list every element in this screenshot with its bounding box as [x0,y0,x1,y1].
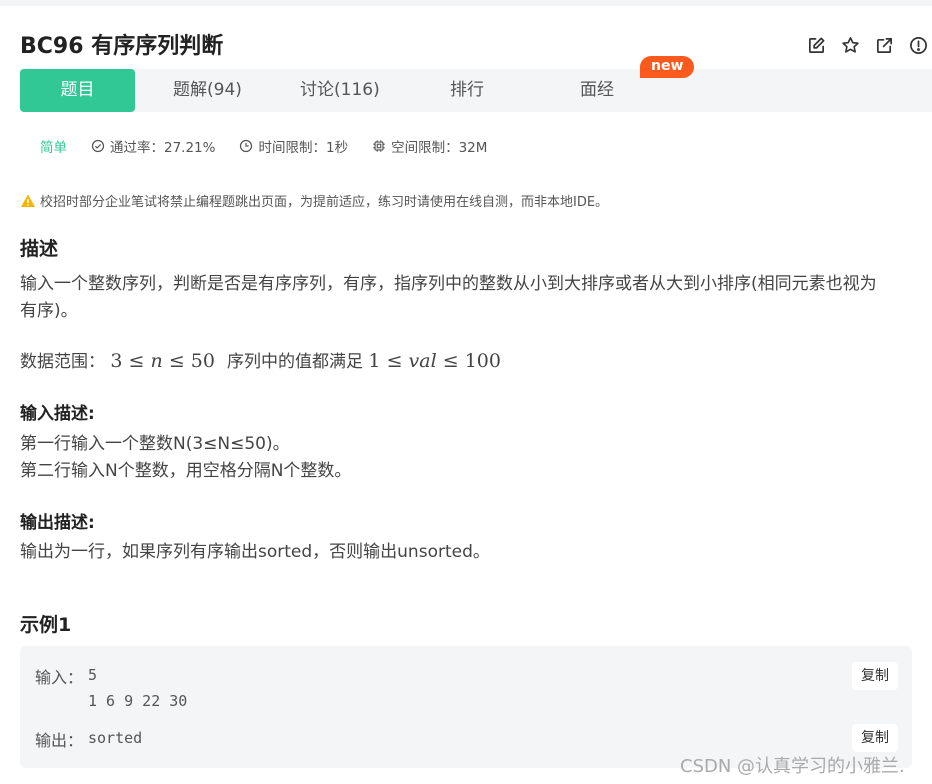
chip-icon [373,140,385,152]
clock-icon [240,139,253,153]
input-desc-heading: 输入描述: [20,404,95,424]
range-n-formula: 3 ≤ n ≤ 50 [110,350,215,372]
problem-header: BC96 有序序列判断 [0,6,932,68]
range-label: 数据范围： [20,352,105,372]
star-icon[interactable] [841,36,860,55]
csdn-watermark: CSDN @认真学习的小雅兰. [680,756,905,777]
example-output-label: 输出： [35,731,84,750]
description-text: 输入一个整数序列，判断是否是有序序列，有序，指序列中的整数从小到大排序或者从大到… [20,271,920,325]
tab-ranking[interactable]: 排行 [450,69,484,112]
input-desc-line-2: 第二行输入N个整数，用空格分隔N个整数。 [20,461,352,481]
time-limit: 时间限制：1秒 [239,136,348,156]
memory-limit: 空间限制：32M [372,136,487,156]
output-desc-text: 输出为一行，如果序列有序输出sorted，否则输出unsorted。 [20,542,490,562]
data-range: 数据范围： 3 ≤ n ≤ 50 序列中的值都满足 1 ≤ val ≤ 100 [20,348,501,376]
pass-rate-text: 通过率：27.21% [110,140,216,156]
share-icon[interactable] [875,36,894,55]
copy-output-button[interactable]: 复制 [852,724,898,752]
problem-title: BC96 有序序列判断 [20,34,224,59]
notice-text: 校招时部分企业笔试将禁止编程题跳出页面，为提前适应，练习时请使用在线自测，而非本… [40,195,609,210]
tab-interview[interactable]: 面经 [580,69,614,112]
header-actions [807,36,928,55]
exam-notice: 校招时部分企业笔试将禁止编程题跳出页面，为提前适应，练习时请使用在线自测，而非本… [20,191,608,210]
problem-meta: 简单 通过率：27.21% 时间限制：1秒 空间限制：32M [40,136,511,156]
input-desc-text: 第一行输入一个整数N(3≤N≤50)。 第二行输入N个整数，用空格分隔N个整数。 [20,431,351,485]
pass-rate: 通过率：27.21% [91,136,215,156]
memory-limit-text: 空间限制：32M [391,140,488,156]
warning-icon [21,194,35,207]
check-circle-icon [91,139,105,153]
range-mid-text: 序列中的值都满足 [227,352,364,372]
example-input-line-2[interactable]: 1 6 9 22 30 [88,692,187,710]
input-desc-line-1: 第一行输入一个整数N(3≤N≤50)。 [20,434,290,454]
new-badge: new [640,56,695,78]
example-input-line-1[interactable]: 5 [88,666,97,684]
range-val-formula: 1 ≤ val ≤ 100 [368,350,501,372]
problem-tabs: 题目 题解(94) 讨论(116) 排行 面经 new [20,56,932,112]
tab-discussion[interactable]: 讨论(116) [300,69,380,112]
copy-input-button[interactable]: 复制 [852,662,898,690]
description-line-1: 输入一个整数序列，判断是否是有序序列，有序，指序列中的整数从小到大排序或者从大到… [20,274,877,294]
description-heading: 描述 [20,238,59,260]
tab-problem[interactable]: 题目 [20,69,135,112]
example-output-value[interactable]: sorted [88,729,142,747]
example-heading: 示例1 [20,614,72,636]
description-line-2: 有序)。 [20,301,78,321]
example-input-label: 输入： [35,668,84,687]
time-limit-text: 时间限制：1秒 [258,140,349,156]
tab-solutions[interactable]: 题解(94) [173,69,242,112]
difficulty-label: 简单 [40,140,67,156]
edit-icon[interactable] [807,36,826,55]
report-icon[interactable] [909,36,928,55]
example-panel: 输入： 5 1 6 9 22 30 复制 输出： sorted 复制 [20,646,912,768]
output-desc-heading: 输出描述: [20,513,95,533]
